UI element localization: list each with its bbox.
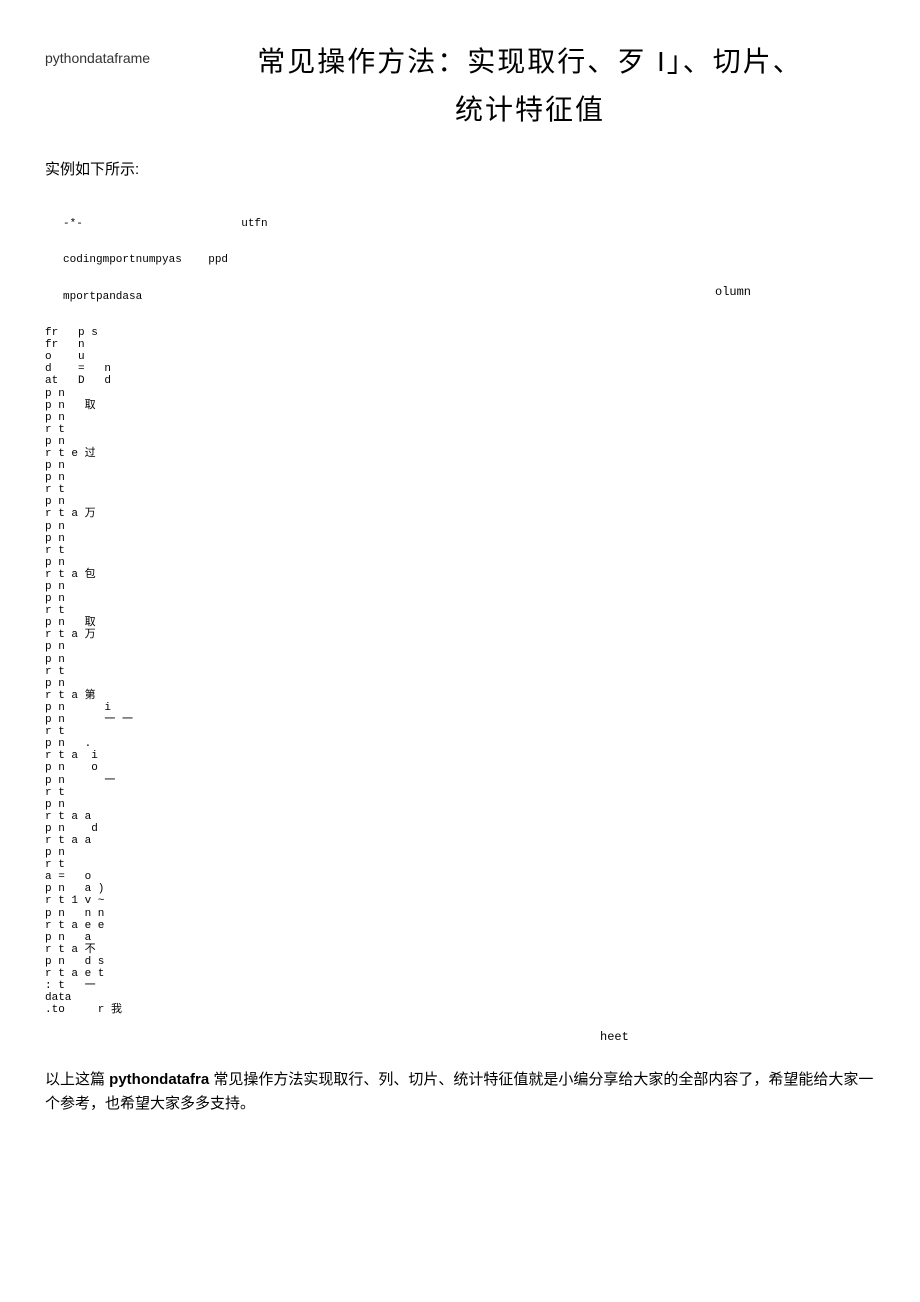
title-line-2: 统计特征值 bbox=[185, 88, 875, 128]
code-line-3: mportpandasa bbox=[63, 291, 875, 303]
code-line-2: codingmportnumpyas ppd bbox=[63, 254, 875, 266]
float-text-olumn: olumn bbox=[715, 286, 751, 299]
code-line-1: -*- utfn bbox=[63, 218, 875, 230]
article-header: pythondataframe 常见操作方法：实现取行、歹 I」、切片、 统计特… bbox=[45, 40, 875, 128]
footer-bold: pythondatafra bbox=[109, 1071, 209, 1088]
footer-paragraph: 以上这篇 pythondatafra 常见操作方法实现取行、列、切片、统计特征值… bbox=[45, 1068, 875, 1116]
code-block: -*- utfn codingmportnumpyas ppd mportpan… bbox=[45, 194, 875, 1053]
intro-text: 实例如下所示: bbox=[45, 158, 875, 179]
category-label: pythondataframe bbox=[45, 40, 185, 66]
float-text-heet: heet bbox=[600, 1031, 629, 1044]
code-rest: fr p s fr n o u d = n at D d p n p n 取 p… bbox=[45, 327, 875, 1016]
title-line-1: 常见操作方法：实现取行、歹 I」、切片、 bbox=[185, 40, 875, 80]
title-block: 常见操作方法：实现取行、歹 I」、切片、 统计特征值 bbox=[185, 40, 875, 128]
footer-prefix: 以上这篇 bbox=[45, 1071, 109, 1088]
